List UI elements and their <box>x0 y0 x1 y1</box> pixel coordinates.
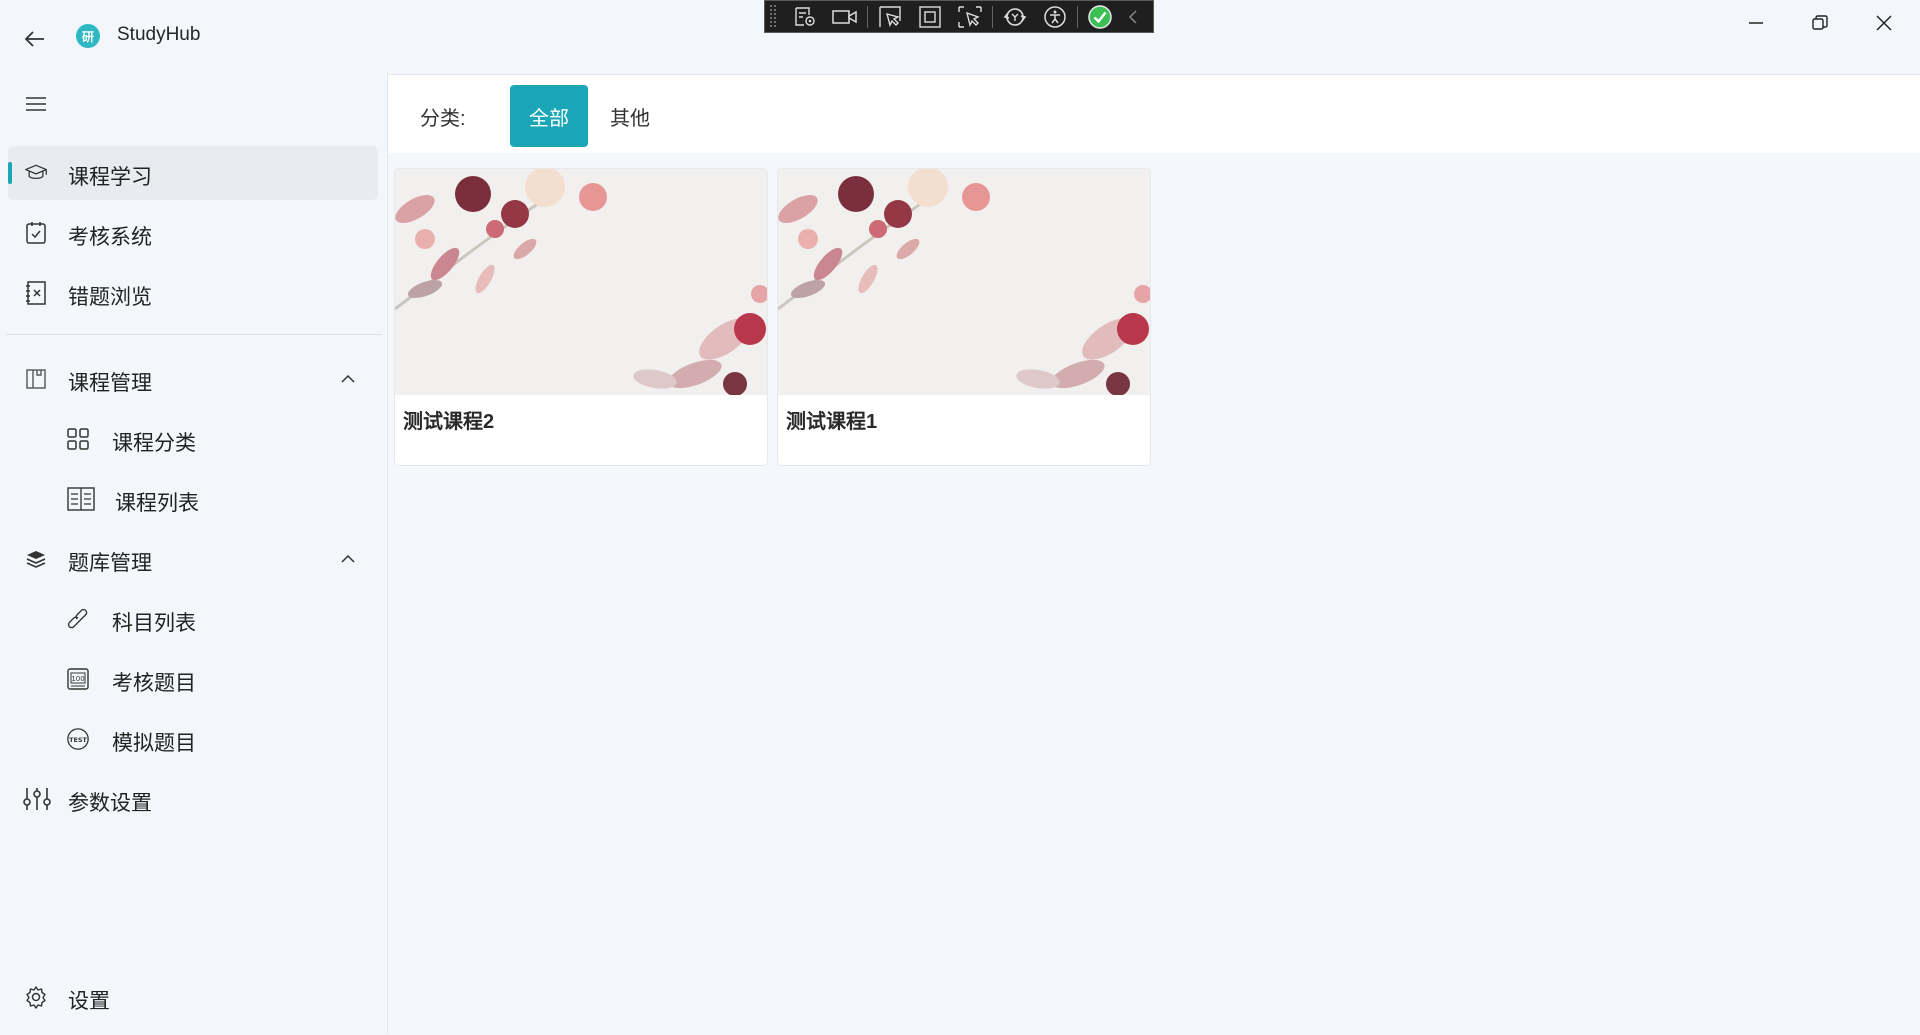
region-icon <box>958 5 982 28</box>
sidebar-item-exam-questions[interactable]: 100 考核题目 <box>8 652 378 706</box>
sidebar-group-label: 题库管理 <box>68 552 152 575</box>
sidebar-item-exam-system[interactable]: 考核系统 <box>8 206 378 260</box>
sidebar-group-question-bank[interactable]: 题库管理 <box>8 532 378 586</box>
sidebar-item-course-category[interactable]: 课程分类 <box>8 412 378 466</box>
svg-text:100: 100 <box>71 675 84 683</box>
sidebar-item-subject-list[interactable]: 科目列表 <box>8 592 378 646</box>
active-indicator <box>8 162 12 184</box>
main-content: 分类: 全部 其他 测试课程2 测试课程1 <box>388 74 1920 1035</box>
app-logo: 研 <box>76 24 100 48</box>
accessibility-button[interactable] <box>1035 1 1075 32</box>
sync-icon <box>1003 7 1027 26</box>
course-title: 测试课程1 <box>786 411 878 433</box>
close-icon <box>1876 15 1892 31</box>
filter-chip-other[interactable]: 其他 <box>598 85 662 147</box>
collapse-toolbar-button[interactable] <box>1120 1 1146 32</box>
frame-icon <box>919 5 941 28</box>
capture-toolbar <box>764 0 1154 33</box>
accessibility-icon <box>1044 5 1066 28</box>
region-button[interactable] <box>950 1 990 32</box>
course-cover-image <box>395 169 767 395</box>
check-icon <box>1088 4 1112 29</box>
sidebar-item-mock-questions[interactable]: TEST 模拟题目 <box>8 712 378 766</box>
svg-text:TEST: TEST <box>69 736 87 744</box>
restore-icon <box>1812 15 1828 30</box>
camera-button[interactable] <box>825 1 865 32</box>
sidebar-item-label: 参数设置 <box>68 792 152 815</box>
toolbar-divider <box>992 5 993 28</box>
sidebar-item-label: 模拟题目 <box>112 732 196 755</box>
sidebar-item-label: 错题浏览 <box>68 286 152 309</box>
minimize-button[interactable] <box>1726 0 1786 46</box>
layers-icon <box>24 547 48 571</box>
layout-icon <box>24 367 48 391</box>
course-card[interactable]: 测试课程1 <box>777 168 1151 466</box>
sidebar-group-label: 课程管理 <box>68 372 152 395</box>
filter-label: 分类: <box>420 108 466 130</box>
sidebar-item-label: 课程学习 <box>68 166 152 189</box>
sidebar-item-settings[interactable]: 设置 <box>8 970 378 1024</box>
record-settings-button[interactable] <box>785 1 825 32</box>
course-cover-image <box>778 169 1150 395</box>
list-icon <box>66 487 96 511</box>
sidebar-item-label: 科目列表 <box>112 612 196 635</box>
chevron-up-icon <box>340 552 356 566</box>
minimize-icon <box>1749 22 1763 24</box>
toolbar-divider <box>867 5 868 28</box>
hamburger-menu-button[interactable] <box>20 90 52 118</box>
sidebar-item-label: 考核系统 <box>68 226 152 249</box>
back-button[interactable] <box>18 22 52 56</box>
link-icon <box>66 607 90 631</box>
course-title: 测试课程2 <box>403 411 495 433</box>
sidebar-item-course-list[interactable]: 课程列表 <box>8 472 378 526</box>
score-100-icon: 100 <box>66 667 90 691</box>
sidebar-group-course-management[interactable]: 课程管理 <box>8 352 378 406</box>
gear-icon <box>24 985 48 1009</box>
select-pointer-icon <box>879 5 901 27</box>
sidebar-item-parameter-settings[interactable]: 参数设置 <box>8 772 378 826</box>
course-card[interactable]: 测试课程2 <box>394 168 768 466</box>
sync-button[interactable] <box>995 1 1035 32</box>
frame-button[interactable] <box>910 1 950 32</box>
sidebar-item-wrong-questions[interactable]: 错题浏览 <box>8 266 378 320</box>
sidebar-item-label: 课程分类 <box>112 432 196 455</box>
sidebar-item-label: 设置 <box>68 990 110 1013</box>
grid-icon <box>66 427 90 451</box>
notebook-icon <box>24 281 48 305</box>
camera-icon <box>832 9 857 24</box>
select-pointer-button[interactable] <box>870 1 910 32</box>
graduation-cap-icon <box>24 161 48 185</box>
record-settings-icon <box>795 6 815 26</box>
close-button[interactable] <box>1854 0 1914 46</box>
confirm-button[interactable] <box>1080 1 1120 32</box>
sidebar-item-label: 考核题目 <box>112 672 196 695</box>
arrow-left-icon <box>24 31 44 47</box>
hamburger-icon <box>26 97 46 111</box>
collapse-icon <box>1128 9 1137 24</box>
test-badge-icon: TEST <box>66 727 90 751</box>
sidebar-item-course-learning[interactable]: 课程学习 <box>8 146 378 200</box>
toolbar-divider <box>1077 5 1078 28</box>
drag-handle[interactable] <box>769 4 777 29</box>
category-filter-bar: 分类: 全部 其他 <box>388 75 1920 153</box>
sidebar-item-label: 课程列表 <box>115 492 199 515</box>
filter-chip-all[interactable]: 全部 <box>510 85 588 147</box>
sliders-icon <box>22 787 52 811</box>
checklist-icon <box>24 221 48 245</box>
app-title: StudyHub <box>117 24 201 45</box>
restore-button[interactable] <box>1790 0 1850 46</box>
sidebar-divider <box>6 334 382 335</box>
chevron-up-icon <box>340 372 356 386</box>
